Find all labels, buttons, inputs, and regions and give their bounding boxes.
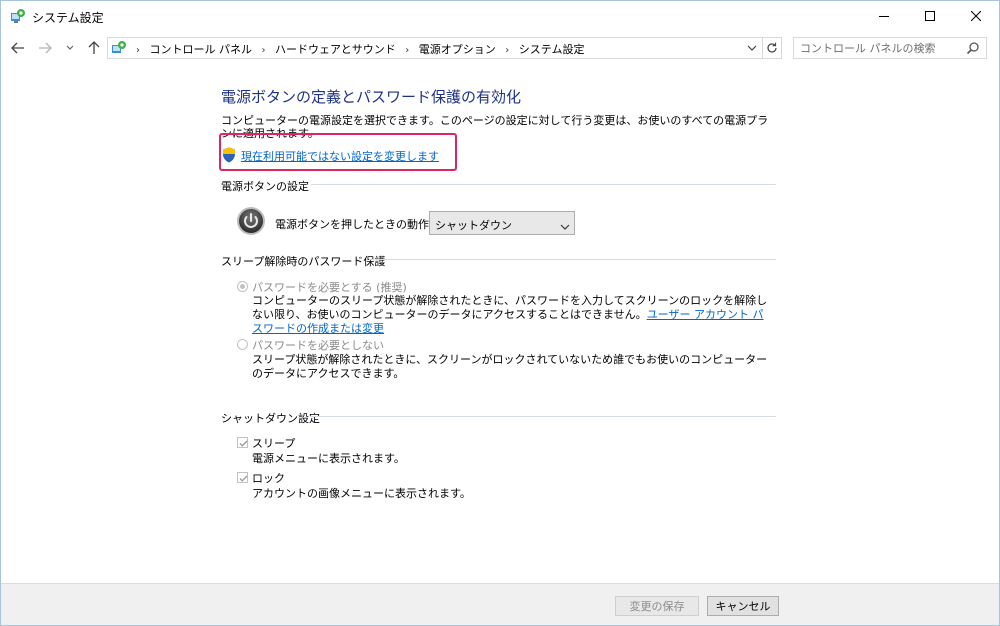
breadcrumb: › コントロール パネル › ハードウェアとサウンド › 電源オプション › シ…: [130, 41, 584, 57]
save-changes-button[interactable]: 変更の保存: [615, 596, 699, 616]
require-password-radio[interactable]: [237, 281, 248, 292]
power-icon: [236, 206, 266, 236]
uac-shield-icon: [222, 147, 236, 163]
require-password-description: コンピューターのスリープ状態が解除されたときに、パスワードを入力してスクリーンの…: [252, 294, 772, 336]
sleep-label: スリープ: [252, 437, 296, 450]
lock-label: ロック: [252, 472, 285, 485]
select-value: シャットダウン: [435, 219, 512, 232]
power-button-section-heading: 電源ボタンの設定: [221, 180, 309, 193]
content-area: 電源ボタンの定義とパスワード保護の有効化 コンピューターの電源設定を選択できます…: [1, 61, 999, 581]
close-icon: [971, 11, 981, 21]
breadcrumb-control-panel[interactable]: コントロール パネル: [150, 43, 253, 56]
chevron-down-icon: [66, 45, 74, 50]
title-bar: システム設定: [1, 1, 999, 31]
address-bar[interactable]: › コントロール パネル › ハードウェアとサウンド › 電源オプション › シ…: [107, 37, 763, 59]
section-divider: [311, 184, 776, 185]
chevron-right-icon[interactable]: ›: [505, 45, 509, 56]
minimize-button[interactable]: [861, 1, 907, 31]
chevron-down-icon: [747, 45, 757, 51]
arrow-right-icon: [39, 42, 52, 54]
sleep-description: 電源メニューに表示されます。: [252, 452, 405, 465]
sleep-checkbox[interactable]: [237, 437, 248, 448]
no-password-description: スリープ状態が解除されたときに、スクリーンがロックされていないため誰でもお使いの…: [252, 353, 768, 380]
arrow-up-icon: [88, 41, 100, 54]
maximize-icon: [925, 11, 935, 21]
no-password-radio[interactable]: [237, 339, 248, 350]
footer-bar: 変更の保存 キャンセル: [1, 584, 999, 625]
search-input[interactable]: [800, 41, 960, 55]
back-button[interactable]: [9, 39, 27, 57]
power-button-action-select[interactable]: シャットダウン: [429, 211, 575, 235]
recent-locations-button[interactable]: [61, 39, 79, 57]
refresh-icon: [767, 42, 777, 53]
section-divider: [369, 259, 776, 260]
section-divider: [310, 416, 776, 417]
chevron-right-icon[interactable]: ›: [262, 45, 266, 56]
breadcrumb-system-settings[interactable]: システム設定: [519, 43, 585, 56]
maximize-button[interactable]: [907, 1, 953, 31]
breadcrumb-hardware-sound[interactable]: ハードウェアとサウンド: [275, 43, 396, 56]
forward-button[interactable]: [36, 39, 54, 57]
lock-description: アカウントの画像メニューに表示されます。: [252, 487, 471, 500]
window-title: システム設定: [32, 11, 104, 25]
chevron-right-icon[interactable]: ›: [405, 45, 409, 56]
password-section-heading: スリープ解除時のパスワード保護: [221, 255, 386, 268]
close-button[interactable]: [953, 1, 999, 31]
up-button[interactable]: [85, 39, 103, 57]
change-unavailable-settings-link[interactable]: 現在利用可能ではない設定を変更します: [241, 148, 439, 164]
chevron-down-icon: [560, 220, 570, 230]
refresh-button[interactable]: [762, 37, 782, 59]
address-history-button[interactable]: [744, 37, 760, 59]
arrow-left-icon: [11, 42, 24, 54]
lock-checkbox[interactable]: [237, 472, 248, 483]
chevron-right-icon[interactable]: ›: [136, 45, 140, 56]
no-password-label: パスワードを必要としない: [252, 339, 384, 352]
system-settings-window: システム設定 › コントロール パネル › ハードウェアとサウンド › 電源オプ…: [0, 0, 1000, 626]
page-title: 電源ボタンの定義とパスワード保護の有効化: [221, 88, 522, 106]
cancel-button[interactable]: キャンセル: [707, 596, 779, 616]
control-panel-icon: [111, 40, 127, 56]
minimize-icon: [879, 16, 889, 17]
control-panel-icon: [10, 8, 26, 24]
search-icon[interactable]: [966, 41, 980, 55]
shutdown-section-heading: シャットダウン設定: [221, 412, 320, 425]
breadcrumb-power-options[interactable]: 電源オプション: [419, 43, 496, 56]
checkmark-icon: [239, 475, 248, 482]
checkmark-icon: [239, 440, 248, 447]
require-password-label: パスワードを必要とする (推奨): [252, 281, 407, 294]
search-box[interactable]: [793, 37, 987, 59]
power-button-action-label: 電源ボタンを押したときの動作:: [275, 218, 433, 231]
